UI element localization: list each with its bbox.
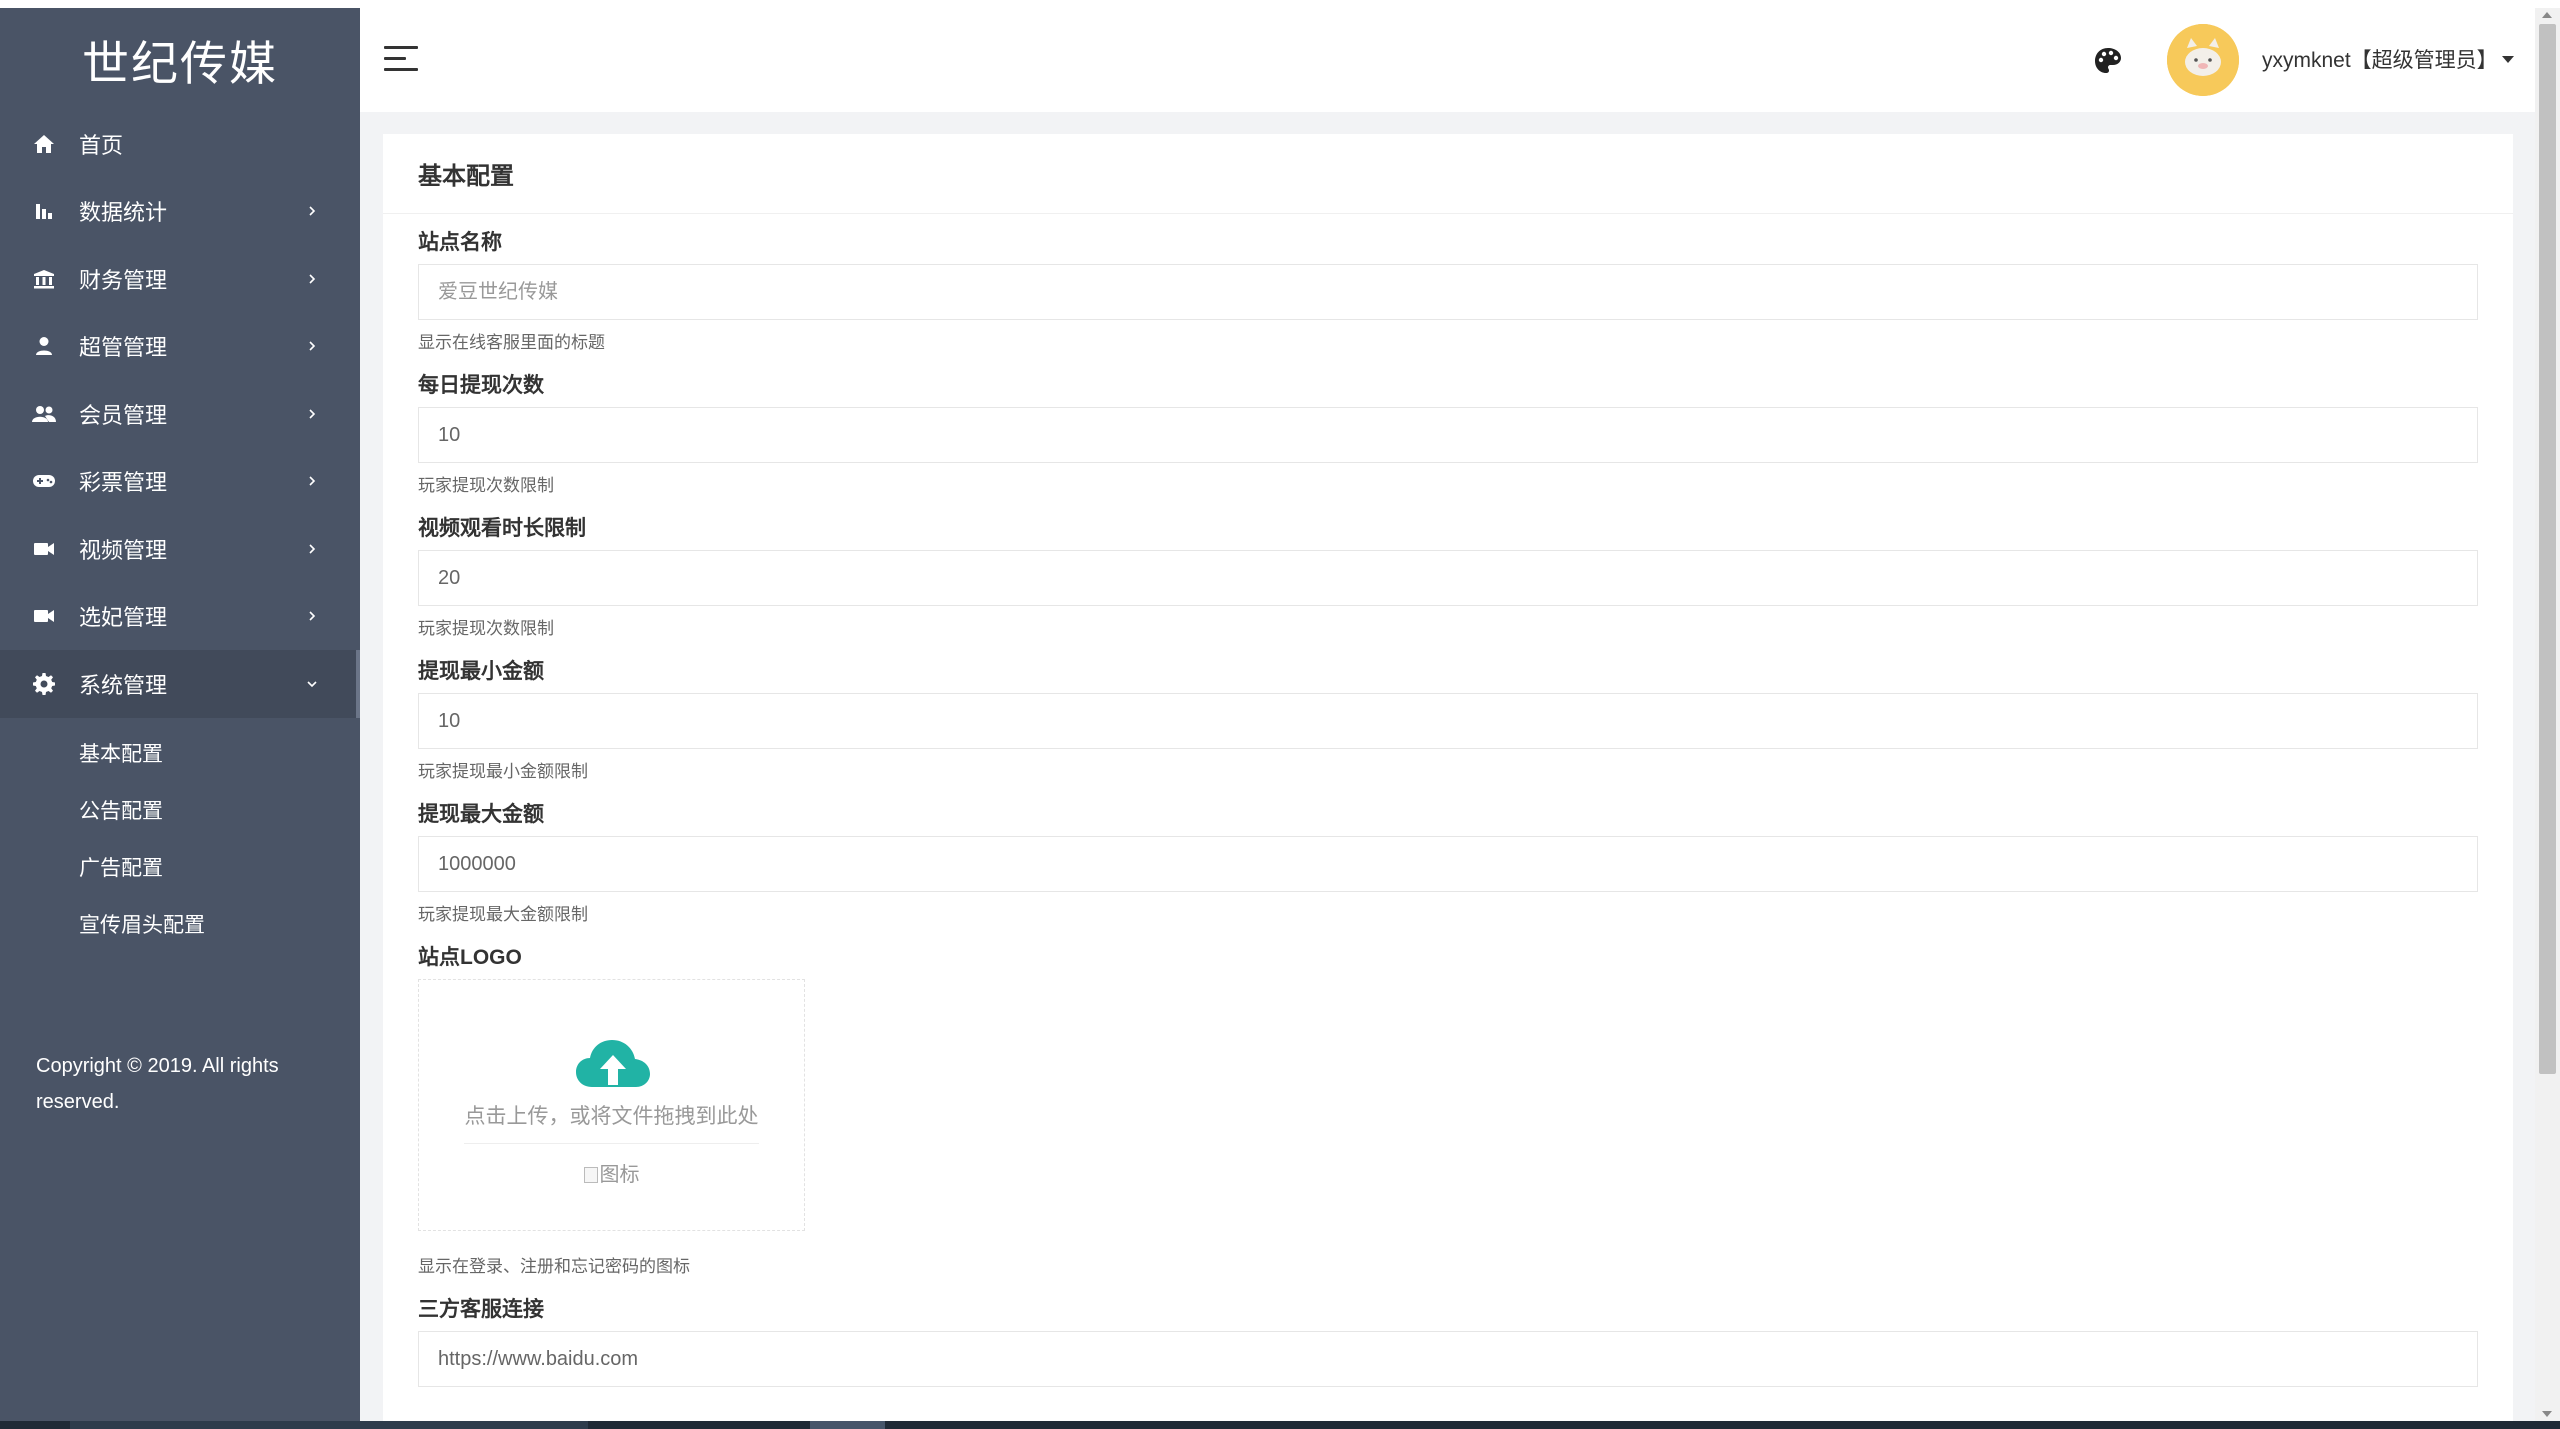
sidebar-item-home[interactable]: 首页	[0, 110, 360, 178]
field-help: 玩家提现次数限制	[418, 476, 554, 495]
daily-withdraw-count-input[interactable]	[418, 407, 2478, 463]
user-icon	[32, 334, 56, 358]
scroll-up-arrow-icon[interactable]	[2542, 12, 2552, 18]
menu-toggle-icon[interactable]	[384, 46, 418, 74]
cloud-upload-icon	[576, 1040, 650, 1087]
user-menu-label[interactable]: yxymknet【超级管理员】	[2262, 44, 2498, 74]
top-strip	[0, 0, 2560, 8]
submenu-item-banner-config[interactable]: 宣传眉头配置	[0, 896, 360, 953]
home-icon	[32, 132, 56, 156]
top-header: yxymknet【超级管理员】	[360, 8, 2535, 112]
field-service-link: 三方客服连接	[418, 1295, 2478, 1387]
video-icon	[32, 537, 56, 561]
sidebar-item-label: 数据统计	[79, 200, 168, 226]
sidebar-menu: 首页 数据统计 财务管理 超管管理 会员管理 彩票管理 视频管理 选妃管理 系统…	[0, 110, 360, 718]
sidebar-item-label: 系统管理	[79, 672, 168, 698]
page-scrollbar[interactable]	[2535, 8, 2560, 1421]
field-label: 提现最大金额	[418, 803, 544, 826]
taskbar-segment[interactable]	[70, 1421, 588, 1429]
scroll-down-arrow-icon[interactable]	[2542, 1411, 2552, 1417]
field-help: 玩家提现次数限制	[418, 619, 554, 638]
submenu-item-ad-config[interactable]: 广告配置	[0, 839, 360, 896]
max-withdraw-input[interactable]	[418, 836, 2478, 892]
logo-preview: 图标	[419, 1158, 804, 1187]
sidebar-item-data-stats[interactable]: 数据统计	[0, 178, 360, 246]
field-daily-withdraw-count: 每日提现次数 玩家提现次数限制	[418, 371, 2478, 500]
field-max-withdraw: 提现最大金额 玩家提现最大金额限制	[418, 800, 2478, 929]
upload-hint: 点击上传，或将文件拖拽到此处	[464, 1105, 759, 1128]
chevron-right-icon	[306, 408, 318, 420]
service-link-input[interactable]	[418, 1331, 2478, 1387]
card-title: 基本配置	[383, 134, 2513, 214]
palette-icon[interactable]	[2093, 46, 2123, 76]
sidebar-item-members[interactable]: 会员管理	[0, 380, 360, 448]
sidebar-item-video[interactable]: 视频管理	[0, 515, 360, 583]
broken-image-icon	[583, 1167, 598, 1183]
sidebar-item-label: 彩票管理	[79, 470, 168, 496]
sidebar-item-label: 财务管理	[79, 267, 168, 293]
gear-icon	[32, 672, 56, 696]
sidebar-item-super-admin[interactable]: 超管管理	[0, 313, 360, 381]
chevron-right-icon	[306, 205, 318, 217]
field-help: 显示在线客服里面的标题	[418, 333, 605, 352]
chevron-right-icon	[306, 610, 318, 622]
logo-preview-alt: 图标	[599, 1164, 640, 1186]
sidebar-item-label: 视频管理	[79, 537, 168, 563]
bank-icon	[32, 267, 56, 291]
sidebar-item-finance[interactable]: 财务管理	[0, 245, 360, 313]
field-label: 提现最小金额	[418, 660, 544, 683]
field-label: 每日提现次数	[418, 374, 544, 397]
sidebar-item-label: 首页	[79, 132, 124, 158]
sidebar: 世纪传媒 首页 数据统计 财务管理 超管管理 会员管理 彩票管理 视频管理 选妃…	[0, 8, 360, 1421]
caret-down-icon[interactable]	[2502, 56, 2514, 63]
brand-title: 世纪传媒	[82, 36, 278, 92]
logo-upload-dropzone[interactable]: 点击上传，或将文件拖拽到此处 图标	[418, 979, 805, 1231]
field-min-withdraw: 提现最小金额 玩家提现最小金额限制	[418, 657, 2478, 786]
submenu-item-basic-config[interactable]: 基本配置	[0, 725, 360, 782]
field-label: 站点名称	[418, 231, 502, 254]
sidebar-item-select[interactable]: 选妃管理	[0, 583, 360, 651]
site-name-input[interactable]	[418, 264, 2478, 320]
config-form: 站点名称 显示在线客服里面的标题 每日提现次数 玩家提现次数限制 视频观看时长限…	[383, 228, 2513, 1387]
field-site-name: 站点名称 显示在线客服里面的标题	[418, 228, 2478, 357]
sidebar-item-lottery[interactable]: 彩票管理	[0, 448, 360, 516]
users-icon	[32, 402, 56, 426]
chevron-right-icon	[306, 475, 318, 487]
sidebar-item-label: 会员管理	[79, 402, 168, 428]
field-help: 玩家提现最小金额限制	[418, 762, 588, 781]
field-label: 站点LOGO	[418, 946, 522, 969]
submenu-item-notice-config[interactable]: 公告配置	[0, 782, 360, 839]
avatar[interactable]	[2167, 24, 2239, 96]
taskbar-segment[interactable]	[810, 1421, 885, 1429]
field-video-watch-limit: 视频观看时长限制 玩家提现次数限制	[418, 514, 2478, 643]
system-submenu: 基本配置 公告配置 广告配置 宣传眉头配置	[0, 718, 360, 953]
chevron-right-icon	[306, 273, 318, 285]
scroll-thumb[interactable]	[2539, 24, 2556, 1074]
copyright: Copyright © 2019. All rights reserved.	[36, 1055, 279, 1113]
bar-chart-icon	[32, 199, 56, 223]
field-help: 显示在登录、注册和忘记密码的图标	[418, 1257, 690, 1276]
field-help: 玩家提现最大金额限制	[418, 905, 588, 924]
video-icon	[32, 604, 56, 628]
sidebar-item-system[interactable]: 系统管理	[0, 650, 360, 718]
gamepad-icon	[32, 469, 56, 493]
field-label: 三方客服连接	[418, 1298, 544, 1321]
sidebar-item-label: 选妃管理	[79, 605, 168, 631]
upload-divider	[464, 1143, 759, 1144]
chevron-right-icon	[306, 543, 318, 555]
chevron-down-icon	[306, 678, 318, 690]
min-withdraw-input[interactable]	[418, 693, 2478, 749]
config-card: 基本配置 站点名称 显示在线客服里面的标题 每日提现次数 玩家提现次数限制 视频…	[383, 134, 2513, 1421]
field-label: 视频观看时长限制	[418, 517, 586, 540]
field-site-logo: 站点LOGO 点击上传，或将文件拖拽到此处 图标 显示在登录、注册和忘记密码的图…	[418, 943, 2478, 1281]
video-watch-limit-input[interactable]	[418, 550, 2478, 606]
os-taskbar	[0, 1421, 2560, 1429]
chevron-right-icon	[306, 340, 318, 352]
sidebar-item-label: 超管管理	[79, 335, 168, 361]
